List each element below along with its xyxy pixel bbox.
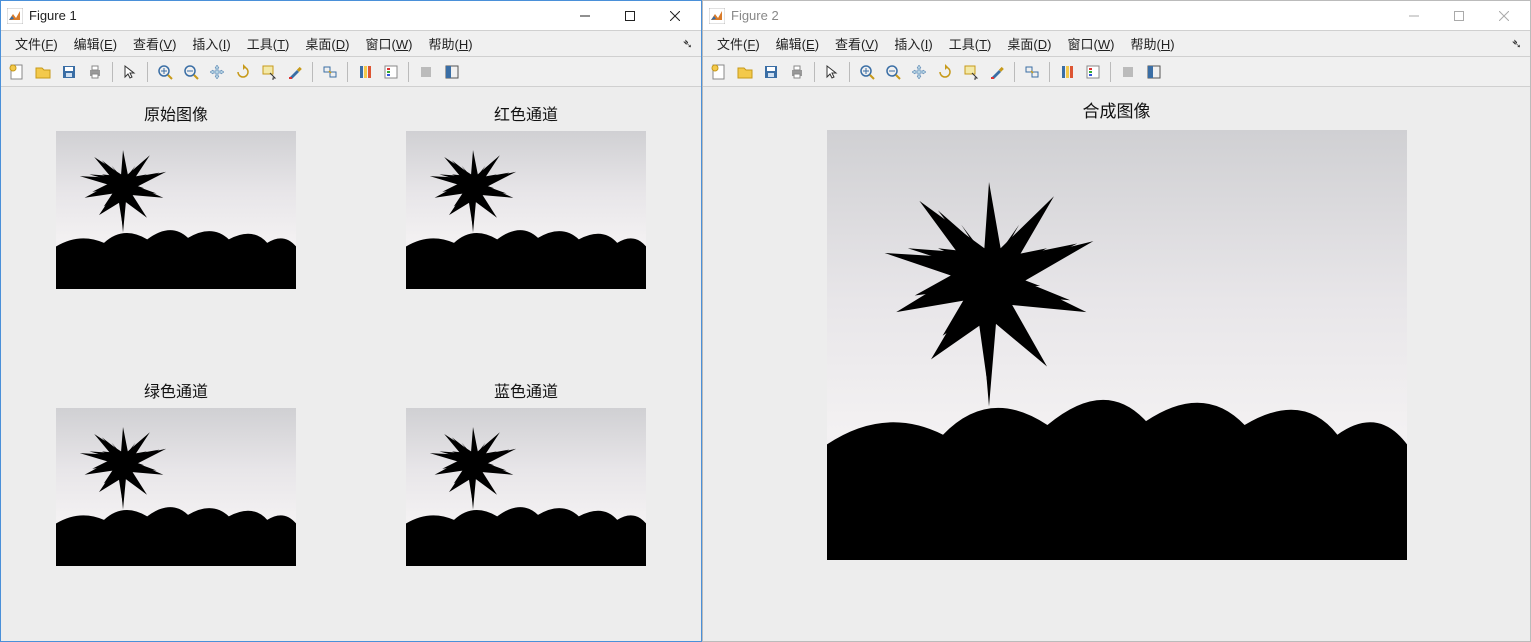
- legend-icon[interactable]: [379, 60, 403, 84]
- menu-tools[interactable]: 工具(T): [239, 31, 298, 56]
- toolbar-separator: [1049, 62, 1050, 82]
- subplot-blue: 蓝色通道: [351, 364, 701, 641]
- figure-window-2: Figure 2 文件(F) 编辑(E) 查看(V) 插入(I) 工具(T) 桌…: [702, 0, 1531, 642]
- hide-tools-icon[interactable]: [1116, 60, 1140, 84]
- figure-canvas: 合成图像: [703, 87, 1530, 641]
- menu-edit[interactable]: 编辑(E): [66, 31, 125, 56]
- maximize-button[interactable]: [607, 2, 652, 30]
- zoom-in-icon[interactable]: [153, 60, 177, 84]
- figure-canvas: 原始图像 红色通道 绿色通道: [1, 87, 701, 641]
- matlab-logo-icon: [7, 8, 23, 24]
- subplot-title: 蓝色通道: [494, 378, 558, 402]
- toolbar-separator: [312, 62, 313, 82]
- subplot-green: 绿色通道: [1, 364, 351, 641]
- toolbar-separator: [408, 62, 409, 82]
- toolbar-separator: [147, 62, 148, 82]
- toolbar: [703, 57, 1530, 87]
- image-red-channel: [406, 131, 646, 289]
- menu-window[interactable]: 窗口(W): [1059, 31, 1122, 56]
- matlab-logo-icon: [709, 8, 725, 24]
- link-axes-icon[interactable]: [1020, 60, 1044, 84]
- menu-help[interactable]: 帮助(H): [1122, 31, 1182, 56]
- print-icon[interactable]: [785, 60, 809, 84]
- legend-icon[interactable]: [1081, 60, 1105, 84]
- menu-insert[interactable]: 插入(I): [886, 31, 940, 56]
- menu-overflow-icon[interactable]: ➴: [1511, 36, 1522, 52]
- maximize-button[interactable]: [1436, 2, 1481, 30]
- toolbar-separator: [347, 62, 348, 82]
- menu-desktop[interactable]: 桌面(D): [297, 31, 357, 56]
- window-title: Figure 2: [731, 8, 779, 23]
- close-button[interactable]: [1481, 2, 1526, 30]
- zoom-out-icon[interactable]: [179, 60, 203, 84]
- save-icon[interactable]: [57, 60, 81, 84]
- image-blue-channel: [406, 408, 646, 566]
- menu-help[interactable]: 帮助(H): [420, 31, 480, 56]
- menu-overflow-icon[interactable]: ➴: [682, 36, 693, 52]
- brush-icon[interactable]: [283, 60, 307, 84]
- subplot-title: 红色通道: [494, 101, 558, 125]
- toolbar-separator: [814, 62, 815, 82]
- toolbar: [1, 57, 701, 87]
- subplot-red: 红色通道: [351, 87, 701, 364]
- dock-icon[interactable]: [440, 60, 464, 84]
- toolbar-separator: [112, 62, 113, 82]
- subplot-title: 原始图像: [144, 101, 208, 125]
- zoom-in-icon[interactable]: [855, 60, 879, 84]
- menu-insert[interactable]: 插入(I): [184, 31, 238, 56]
- titlebar[interactable]: Figure 2: [703, 1, 1530, 31]
- menu-edit[interactable]: 编辑(E): [768, 31, 827, 56]
- link-axes-icon[interactable]: [318, 60, 342, 84]
- data-cursor-icon[interactable]: [257, 60, 281, 84]
- pointer-icon[interactable]: [820, 60, 844, 84]
- colorbar-icon[interactable]: [1055, 60, 1079, 84]
- minimize-button[interactable]: [1391, 2, 1436, 30]
- open-file-icon[interactable]: [733, 60, 757, 84]
- new-file-icon[interactable]: [707, 60, 731, 84]
- menu-tools[interactable]: 工具(T): [941, 31, 1000, 56]
- new-file-icon[interactable]: [5, 60, 29, 84]
- zoom-out-icon[interactable]: [881, 60, 905, 84]
- pan-icon[interactable]: [907, 60, 931, 84]
- close-button[interactable]: [652, 2, 697, 30]
- hide-tools-icon[interactable]: [414, 60, 438, 84]
- brush-icon[interactable]: [985, 60, 1009, 84]
- menu-view[interactable]: 查看(V): [125, 31, 184, 56]
- toolbar-separator: [849, 62, 850, 82]
- figure-window-1: Figure 1 文件(F) 编辑(E) 查看(V) 插入(I) 工具(T) 桌…: [0, 0, 702, 642]
- minimize-button[interactable]: [562, 2, 607, 30]
- subplot-title: 绿色通道: [144, 378, 208, 402]
- menubar: 文件(F) 编辑(E) 查看(V) 插入(I) 工具(T) 桌面(D) 窗口(W…: [1, 31, 701, 57]
- open-file-icon[interactable]: [31, 60, 55, 84]
- menu-file[interactable]: 文件(F): [7, 31, 66, 56]
- menu-file[interactable]: 文件(F): [709, 31, 768, 56]
- colorbar-icon[interactable]: [353, 60, 377, 84]
- image-original: [56, 131, 296, 289]
- image-green-channel: [56, 408, 296, 566]
- menu-view[interactable]: 查看(V): [827, 31, 886, 56]
- menubar: 文件(F) 编辑(E) 查看(V) 插入(I) 工具(T) 桌面(D) 窗口(W…: [703, 31, 1530, 57]
- subplot-original: 原始图像: [1, 87, 351, 364]
- pointer-icon[interactable]: [118, 60, 142, 84]
- menu-window[interactable]: 窗口(W): [357, 31, 420, 56]
- save-icon[interactable]: [759, 60, 783, 84]
- toolbar-separator: [1110, 62, 1111, 82]
- subplot-title: 合成图像: [1083, 97, 1151, 122]
- toolbar-separator: [1014, 62, 1015, 82]
- dock-icon[interactable]: [1142, 60, 1166, 84]
- rotate-icon[interactable]: [231, 60, 255, 84]
- rotate-icon[interactable]: [933, 60, 957, 84]
- print-icon[interactable]: [83, 60, 107, 84]
- data-cursor-icon[interactable]: [959, 60, 983, 84]
- menu-desktop[interactable]: 桌面(D): [999, 31, 1059, 56]
- pan-icon[interactable]: [205, 60, 229, 84]
- window-title: Figure 1: [29, 8, 77, 23]
- titlebar[interactable]: Figure 1: [1, 1, 701, 31]
- subplot-composite: 合成图像: [703, 87, 1530, 641]
- image-composite: [827, 130, 1407, 560]
